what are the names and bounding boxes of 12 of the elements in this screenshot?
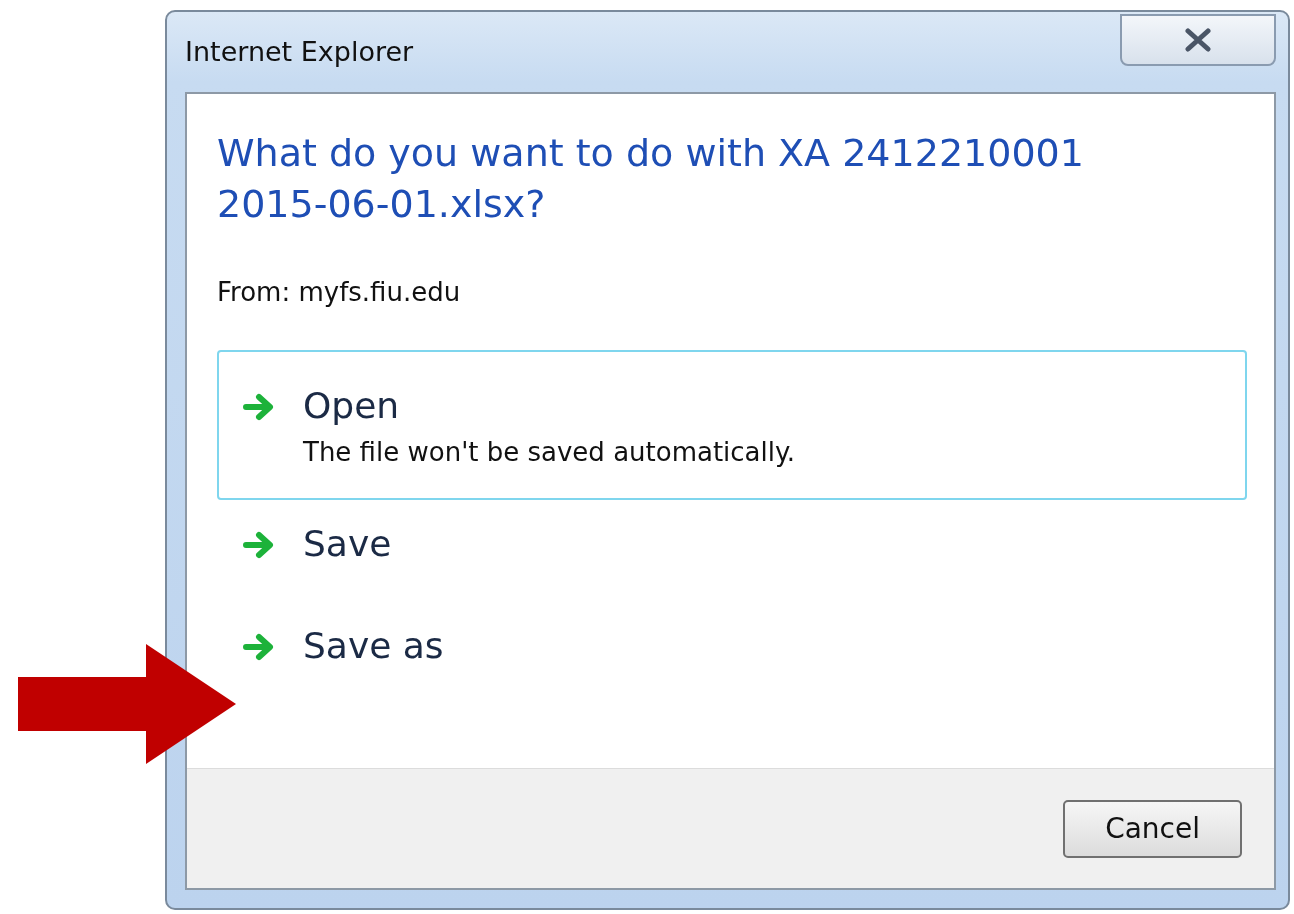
option-description: The file won't be saved automatically. <box>303 436 795 470</box>
arrow-icon <box>243 391 275 422</box>
close-button[interactable] <box>1120 14 1276 66</box>
source-text: From: myfs.fiu.edu <box>217 275 462 309</box>
dialog-question: What do you want to do with XA 2412210001 2015-06-01.xlsx? <box>217 130 1085 229</box>
option-item[interactable]: Open The file won't be saved automatically. <box>217 349 1247 501</box>
close-icon <box>1183 28 1213 52</box>
cancel-button[interactable]: Cancel <box>1063 799 1242 858</box>
arrow-icon <box>243 631 275 662</box>
window-title: Internet Explorer <box>185 34 414 69</box>
option-label: Open <box>303 385 401 426</box>
arrow-icon <box>243 530 275 561</box>
